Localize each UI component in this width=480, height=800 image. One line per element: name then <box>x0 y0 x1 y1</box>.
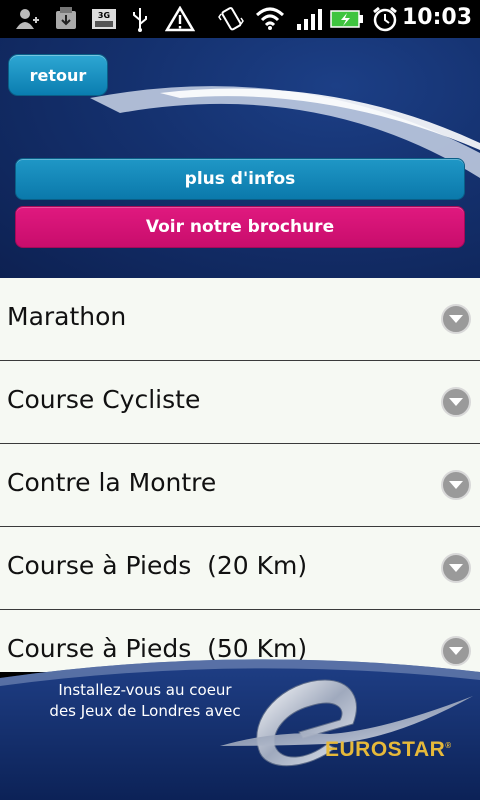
chevron-down-icon[interactable] <box>440 552 472 584</box>
chevron-down-icon[interactable] <box>440 303 472 335</box>
add-contact-icon <box>14 6 42 32</box>
more-info-button[interactable]: plus d'infos <box>15 158 465 200</box>
list-item-marathon[interactable]: Marathon <box>0 278 480 361</box>
list-item-course-a-pieds-20[interactable]: Course à Pieds (20 Km) <box>0 527 480 610</box>
battery-charging-icon <box>330 6 364 32</box>
chevron-down-icon[interactable] <box>440 386 472 418</box>
brand-name: EUROSTAR <box>325 738 446 761</box>
eurostar-banner[interactable]: Installez-vous au coeur des Jeux de Lond… <box>0 650 480 800</box>
vibrate-icon <box>216 6 246 32</box>
signal-icon <box>294 6 324 32</box>
event-list: Marathon Course Cycliste Contre la Montr… <box>0 278 480 672</box>
eurostar-wordmark: EUROSTAR® <box>325 738 452 762</box>
wifi-icon <box>254 6 286 32</box>
list-item-contre-la-montre[interactable]: Contre la Montre <box>0 444 480 527</box>
3g-icon: 3G <box>90 6 118 32</box>
usb-icon <box>128 6 152 32</box>
alarm-icon <box>370 6 400 32</box>
list-item-label: Course à Pieds (20 Km) <box>7 551 308 580</box>
back-button[interactable]: retour <box>8 54 108 96</box>
status-bar: 3G 10:03 <box>0 0 480 38</box>
chevron-down-icon[interactable] <box>440 469 472 501</box>
list-item-course-cycliste[interactable]: Course Cycliste <box>0 361 480 444</box>
app-header: retour plus d'infos Voir notre brochure <box>0 38 480 278</box>
brochure-button[interactable]: Voir notre brochure <box>15 206 465 248</box>
list-item-label: Contre la Montre <box>7 468 217 497</box>
trademark: ® <box>445 741 452 750</box>
list-item-label: Marathon <box>7 302 127 331</box>
warning-icon <box>164 6 196 32</box>
3g-label: 3G <box>98 11 110 20</box>
download-icon <box>52 6 80 32</box>
clock: 10:03 <box>401 5 472 30</box>
list-item-label: Course Cycliste <box>7 385 201 414</box>
